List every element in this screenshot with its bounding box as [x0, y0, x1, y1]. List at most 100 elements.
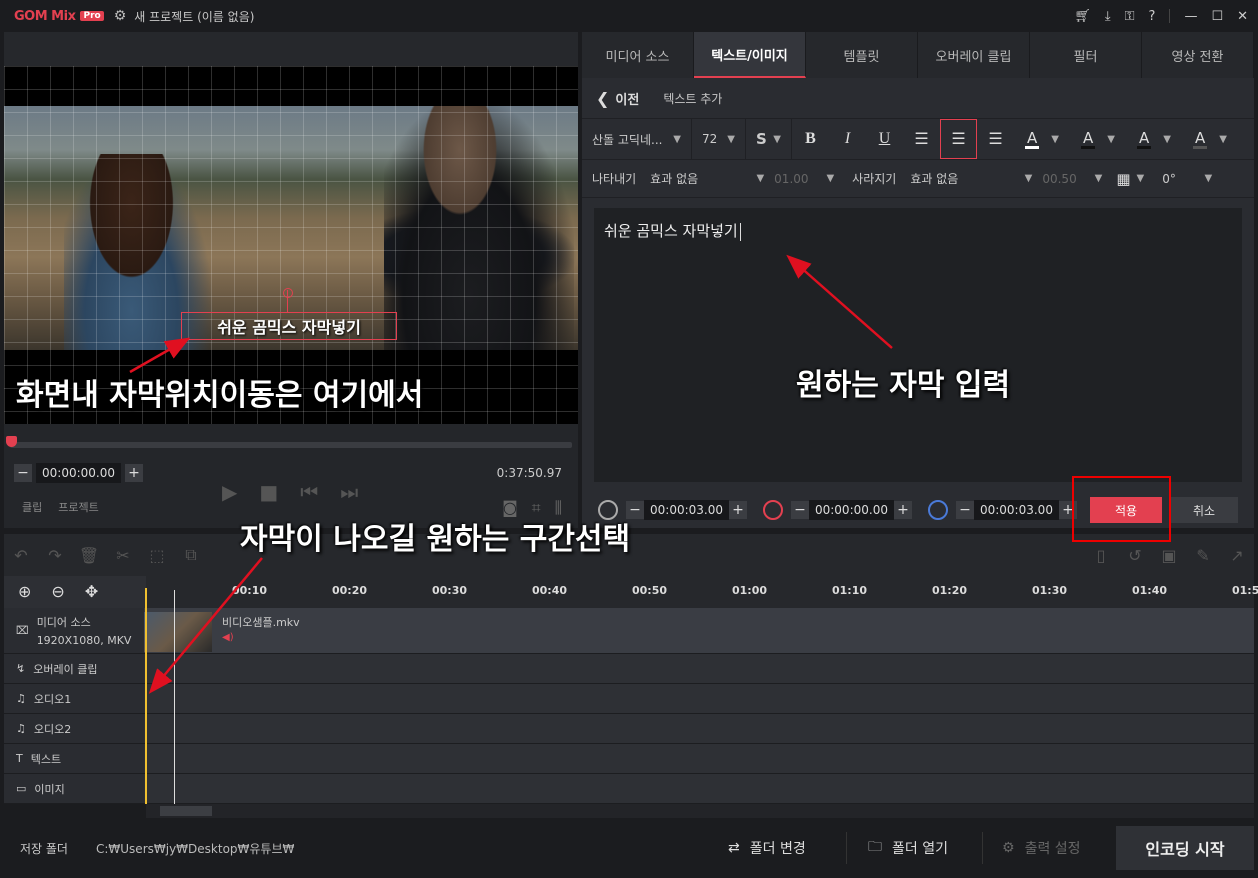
start-encoding-button[interactable]: 인코딩 시작 — [1116, 826, 1254, 870]
subtitle-rotate-handle[interactable] — [283, 288, 299, 312]
timecode-value[interactable]: 00:00:00.00 — [36, 463, 121, 483]
start-plus-button[interactable]: + — [728, 501, 747, 519]
cancel-button[interactable]: 취소 — [1170, 497, 1238, 523]
undo-icon[interactable]: ↶ — [4, 546, 38, 565]
save-icon[interactable]: ▣ — [1152, 546, 1186, 565]
fit-icon[interactable]: ✥ — [85, 582, 98, 601]
track-icon: ↯ — [16, 662, 26, 675]
track-body[interactable] — [144, 714, 1254, 743]
download-icon[interactable]: ⤓ — [1105, 9, 1111, 24]
play-icon[interactable]: ▶ — [222, 480, 237, 504]
time-ruler[interactable]: 00:10 00:20 00:30 00:40 00:50 01:00 01:10 01:20… — [146, 576, 1258, 608]
chevron-down-icon: ▼ — [1136, 173, 1145, 184]
timecode-plus-button[interactable]: + — [124, 464, 143, 482]
clip-thumbnail[interactable] — [144, 612, 212, 652]
tab-text-image[interactable]: 텍스트/이미지 — [694, 32, 806, 78]
help-icon[interactable]: ? — [1149, 9, 1156, 24]
output-settings-button[interactable]: ⚙ 출력 설정 — [1002, 828, 1081, 868]
tab-transition[interactable]: 영상 전환 — [1142, 32, 1254, 78]
chevron-down-icon: ▼ — [1094, 173, 1103, 184]
chevron-down-icon: ▼ — [1204, 173, 1213, 184]
track-body[interactable]: 비디오샘플.mkv ◀) — [144, 608, 1254, 653]
prev-frame-icon[interactable]: ⏮ — [300, 480, 318, 504]
align-center-icon[interactable]: ☰ — [940, 119, 977, 159]
change-folder-button[interactable]: ⇄ 폴더 변경 — [728, 828, 806, 868]
start-time-value[interactable]: 00:00:03.00 — [644, 500, 729, 520]
disappear-effect-select[interactable]: 효과 없음 ▼ — [906, 170, 1042, 187]
new-file-icon[interactable]: ▯ — [1084, 546, 1118, 565]
annotation-range-select: 자막이 나오길 원하는 구간선택 — [240, 522, 631, 557]
appear-time-select[interactable]: 01.00 ▼ — [774, 172, 834, 186]
annotation-text-input: 원하는 자막 입력 — [796, 368, 1011, 403]
mode-tab-project[interactable]: 프로젝트 — [58, 499, 98, 515]
playhead-start-marker[interactable] — [145, 588, 147, 804]
text-color-button[interactable]: A ▼ — [1014, 118, 1070, 160]
disappear-time-select[interactable]: 00.50 ▼ — [1042, 172, 1102, 186]
outline-color-button[interactable]: A ▼ — [1070, 118, 1126, 160]
text-content: 쉬운 곰믹스 자막넣기 — [604, 220, 741, 241]
align-left-icon[interactable]: ☰ — [903, 118, 940, 160]
seek-bar[interactable] — [10, 442, 572, 448]
open-file-icon[interactable]: ↺ — [1118, 546, 1152, 565]
font-select[interactable]: 산돌 고딕네... ▼ — [582, 118, 692, 160]
ruler-tick: 00:40 — [532, 584, 568, 597]
tab-template[interactable]: 템플릿 — [806, 32, 918, 78]
timecode-minus-button[interactable]: − — [14, 464, 32, 482]
copy-icon[interactable]: ⧉ — [174, 545, 208, 565]
back-chevron-icon[interactable]: ❮ — [596, 89, 609, 108]
minimize-icon[interactable]: — — [1184, 9, 1197, 24]
timeline-scrollbar[interactable] — [146, 804, 1254, 818]
appear-effect-select[interactable]: 효과 없음 ▼ — [646, 170, 774, 187]
underline-button[interactable]: U — [866, 118, 903, 160]
select-icon[interactable]: ⬚ — [140, 546, 174, 565]
track-label-text: 오버레이 클립 — [33, 661, 97, 677]
zoom-out-icon[interactable]: ⊖ — [51, 582, 64, 601]
text-content-value: 쉬운 곰믹스 자막넣기 — [604, 222, 738, 240]
track-body[interactable] — [144, 744, 1254, 773]
export-icon[interactable]: ↗ — [1220, 546, 1254, 565]
tab-filter[interactable]: 필터 — [1030, 32, 1142, 78]
redo-icon[interactable]: ↷ — [38, 546, 72, 565]
shadow-style-select[interactable]: S ▼ — [746, 118, 792, 160]
next-frame-icon[interactable]: ⏭ — [340, 480, 358, 504]
bold-button[interactable]: B — [792, 118, 829, 160]
tab-overlay-clip[interactable]: 오버레이 클립 — [918, 32, 1030, 78]
maximize-icon[interactable]: ☐ — [1211, 9, 1223, 24]
align-right-icon[interactable]: ☰ — [977, 118, 1014, 160]
stop-icon[interactable]: ■ — [259, 480, 278, 504]
back-button[interactable]: 이전 — [615, 89, 639, 108]
grid-position-icon[interactable]: ▦ — [1116, 170, 1130, 188]
save-as-icon[interactable]: ✎ — [1186, 546, 1220, 565]
delete-icon[interactable]: 🗑︎ — [72, 546, 106, 565]
cart-icon[interactable]: 🛒︎ — [1074, 9, 1091, 24]
tab-media-source[interactable]: 미디어 소스 — [582, 32, 694, 78]
mid-minus-button[interactable]: − — [790, 501, 809, 519]
playhead[interactable] — [174, 590, 175, 804]
background-color-button[interactable]: A ▼ — [1126, 118, 1182, 160]
end-time-value[interactable]: 00:00:03.00 — [973, 500, 1059, 520]
mid-plus-button[interactable]: + — [893, 501, 912, 519]
track-body[interactable] — [144, 684, 1254, 713]
close-icon[interactable]: ✕ — [1237, 9, 1248, 24]
settings-gear-icon[interactable]: ⚙ — [114, 8, 127, 24]
scrollbar-thumb[interactable] — [160, 806, 212, 816]
zoom-in-icon[interactable]: ⊕ — [18, 582, 31, 601]
track-name: 오디오1 — [33, 692, 72, 706]
subtitle-overlay[interactable]: 쉬운 곰믹스 자막넣기 — [181, 312, 397, 340]
key-icon[interactable]: ⚿ — [1125, 9, 1135, 24]
subtitle-text-input[interactable]: 쉬운 곰믹스 자막넣기 — [594, 208, 1242, 482]
track-body[interactable] — [144, 654, 1254, 683]
seek-thumb[interactable] — [6, 436, 17, 447]
cut-icon[interactable]: ✂ — [106, 546, 140, 565]
rotation-select[interactable]: 0° ▼ — [1158, 172, 1222, 186]
italic-button[interactable]: I — [829, 118, 866, 160]
font-size-select[interactable]: 72 ▼ — [692, 118, 746, 160]
mid-time-value[interactable]: 00:00:00.00 — [808, 500, 894, 520]
end-minus-button[interactable]: − — [955, 501, 974, 519]
appear-effect: 효과 없음 — [650, 172, 699, 186]
mode-tab-clip[interactable]: 클립 — [22, 499, 42, 515]
track-body[interactable] — [144, 774, 1254, 803]
shadow-color-button[interactable]: A ▼ — [1182, 118, 1238, 160]
open-folder-button[interactable]: 🗀 폴더 열기 — [868, 828, 948, 868]
output-settings-label: 출력 설정 — [1024, 841, 1081, 857]
